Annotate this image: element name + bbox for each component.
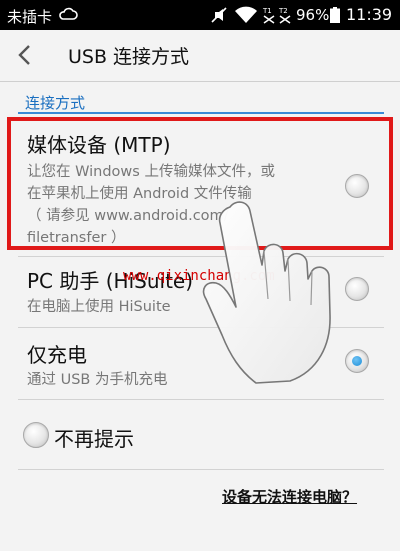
option-hisuite-desc: 在电脑上使用 HiSuite xyxy=(27,299,171,315)
section-title: 连接方式 xyxy=(25,94,86,112)
back-arrow-icon[interactable] xyxy=(10,40,40,70)
dont-remind-checkbox[interactable] xyxy=(23,422,49,448)
sim1-label: T1 xyxy=(262,7,272,15)
cloud-icon xyxy=(59,7,78,20)
clock: 11:39 xyxy=(346,5,393,24)
action-bar: USB 连接方式 xyxy=(0,30,400,82)
section-divider xyxy=(18,112,384,114)
option-divider xyxy=(18,399,384,400)
battery-icon xyxy=(330,7,340,23)
option-divider xyxy=(18,469,384,470)
sim2-label: T2 xyxy=(278,7,288,15)
dont-remind-row[interactable]: 不再提示 xyxy=(0,414,400,458)
hand-pointer-icon xyxy=(202,201,331,384)
dont-remind-label: 不再提示 xyxy=(54,427,134,451)
option-charge-only-desc: 通过 USB 为手机充电 xyxy=(27,372,168,388)
mute-icon xyxy=(211,7,227,23)
signal-icon-sim2: T2 xyxy=(278,7,291,24)
cannot-connect-help-link[interactable]: 设备无法连接电脑？ xyxy=(222,486,357,507)
signal-icon-sim1: T1 xyxy=(262,7,275,24)
status-bar: 未插卡 T1 T2 96% 11:39 xyxy=(0,0,400,30)
battery-percent: 96% xyxy=(296,6,330,24)
wifi-icon xyxy=(235,6,257,23)
page-title: USB 连接方式 xyxy=(68,46,190,68)
carrier-text: 未插卡 xyxy=(7,8,53,26)
option-charge-only-title: 仅充电 xyxy=(27,343,87,367)
